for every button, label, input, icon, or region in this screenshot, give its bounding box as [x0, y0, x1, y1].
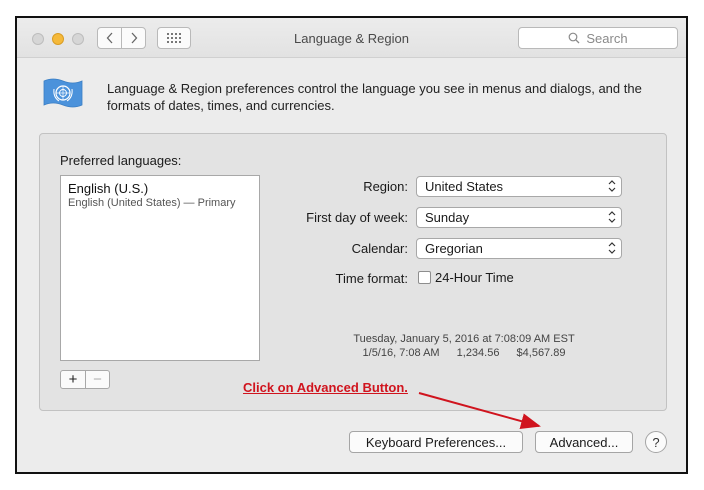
keyboard-preferences-button[interactable]: Keyboard Preferences...: [349, 431, 523, 453]
help-button[interactable]: ?: [645, 431, 667, 453]
annotation-arrow: [418, 392, 541, 429]
advanced-button[interactable]: Advanced...: [535, 431, 633, 453]
window: Language & Region Search Language & Regi…: [15, 16, 688, 474]
help-icon: ?: [652, 434, 660, 450]
